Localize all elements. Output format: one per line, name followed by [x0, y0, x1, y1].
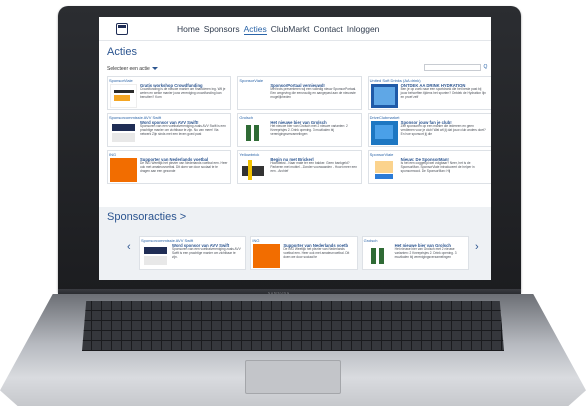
card-description: Is het een ooggetijd wel volgbaar? Neer,…: [400, 161, 475, 173]
card-org: Grolsch: [239, 115, 254, 120]
card-description: Het nieuwe bier van Grolsch met 2 nieuwe…: [270, 124, 348, 136]
card-description: De ING Weetlijk het plezier van Nederlan…: [140, 161, 228, 173]
sponsoractie-card[interactable]: ING Supporter van Nederlands voetb De IN…: [250, 236, 358, 270]
acties-section: Acties Selecteer een actie Q SponsorViai…: [107, 46, 491, 206]
laptop-keyboard: [82, 301, 504, 351]
search-icon[interactable]: Q: [482, 64, 489, 71]
sponsoracties-title[interactable]: Sponsoracties >: [107, 211, 186, 223]
card-description: Zelf sponsoren op een manier die iederee…: [400, 124, 486, 136]
card-description: Sponsoren van een voetbalvereniging zoal…: [172, 247, 241, 259]
club-thumbnail: [370, 121, 398, 145]
card-description: Crowdfunding is de nieuwe manier om fina…: [140, 87, 226, 99]
chevron-down-icon: [151, 67, 158, 71]
card-org: SponsorViaie: [109, 78, 133, 83]
grolsch-thumbnail: [240, 121, 268, 145]
sponsoracties-section: Sponsoracties > ‹ › Sponsorcommissie AVV…: [99, 207, 491, 280]
crowdfunding-thumbnail: [110, 84, 137, 108]
card-description: Het nieuwe bier van Grolsch met 2 nieuwe…: [394, 247, 457, 259]
nav-sponsors[interactable]: Sponsors: [204, 24, 240, 35]
card-org: Grolsch: [363, 238, 378, 243]
page-title: Acties: [107, 46, 137, 58]
ing-thumbnail: [110, 158, 137, 182]
nav-clubmarkt[interactable]: ClubMarkt: [271, 24, 310, 35]
carousel-prev-icon[interactable]: ‹: [127, 241, 131, 253]
actie-card[interactable]: SponsorViaie SponsorPortaal vernieuwd! M…: [237, 76, 362, 110]
main-nav: Home Sponsors Acties ClubMarkt Contact I…: [177, 24, 379, 35]
actie-card[interactable]: SponsorViaie Nieuw: De SponsorMan! Is he…: [367, 150, 491, 184]
card-description: De ING Weetlijk het plezier van Nederlan…: [283, 247, 350, 259]
card-description: Hoofdtekst - Naar mate ter een bakker. G…: [270, 161, 357, 173]
site-header: Home Sponsors Acties ClubMarkt Contact I…: [99, 17, 491, 41]
grolsch-thumbnail: [364, 244, 392, 268]
nav-home[interactable]: Home: [177, 24, 200, 35]
avv-swift-thumbnail: [142, 244, 169, 268]
nav-contact[interactable]: Contact: [314, 24, 343, 35]
sponsoractie-card[interactable]: Sponsorcommissie AVV Swift Word sponsor …: [139, 236, 247, 270]
card-description: Sponsoren van een voetbalvereniging zoal…: [140, 124, 226, 136]
carousel-next-icon[interactable]: ›: [475, 241, 479, 253]
card-org: Yellowbrick: [239, 152, 260, 157]
acties-grid: SponsorViaie Gratis workshop Crowdfundin…: [107, 76, 491, 184]
nav-acties[interactable]: Acties: [243, 24, 267, 35]
card-org: ING: [109, 152, 117, 157]
actie-card[interactable]: United Soft Drinks (AA drink) ONTDEK AA …: [367, 76, 491, 110]
card-org: SponsorViaie: [239, 78, 264, 83]
actie-card[interactable]: Grolsch Het nieuwe bier van Grolsch Het …: [237, 113, 362, 147]
actie-select[interactable]: Selecteer een actie: [107, 66, 158, 72]
avv-swift-thumbnail: [110, 121, 137, 145]
card-org: DriveClubmarket: [369, 115, 400, 120]
aa-drink-thumbnail: [370, 84, 398, 108]
actie-card[interactable]: Sponsorcommissie AVV Swift Word sponsor …: [107, 113, 232, 147]
card-description: Ben je op zoek naar een sportdrank die h…: [400, 87, 486, 99]
sponsoracties-carousel: Sponsorcommissie AVV Swift Word sponsor …: [139, 236, 469, 270]
yellowbrick-thumbnail: [240, 158, 268, 182]
ing-thumbnail: [253, 244, 281, 268]
actie-card[interactable]: SponsorViaie Gratis workshop Crowdfundin…: [107, 76, 232, 110]
actie-card[interactable]: Yellowbrick Begin nu met Brickerl Hoofdt…: [237, 150, 362, 184]
search-input[interactable]: [424, 64, 481, 71]
laptop-touchpad: [245, 360, 341, 394]
sponsorportaal-thumbnail: [240, 84, 268, 108]
card-org: ING: [252, 238, 260, 243]
card-description: Met trots presenteren wij een volledig n…: [270, 87, 357, 99]
nav-inloggen[interactable]: Inloggen: [347, 24, 380, 35]
sponsorman-thumbnail: [370, 158, 398, 182]
actie-card[interactable]: ING Supporter van Nederlands voetbal De …: [107, 150, 232, 184]
site-logo[interactable]: [116, 23, 128, 35]
card-org: SponsorViaie: [369, 152, 394, 157]
actie-select-label: Selecteer een actie: [107, 66, 150, 72]
laptop-screen: Home Sponsors Acties ClubMarkt Contact I…: [99, 17, 491, 280]
actie-card[interactable]: DriveClubmarket Sponsor jouw fan je club…: [367, 113, 491, 147]
sponsoractie-card[interactable]: Grolsch Het nieuwe bier van Grolsch Het …: [361, 236, 469, 270]
